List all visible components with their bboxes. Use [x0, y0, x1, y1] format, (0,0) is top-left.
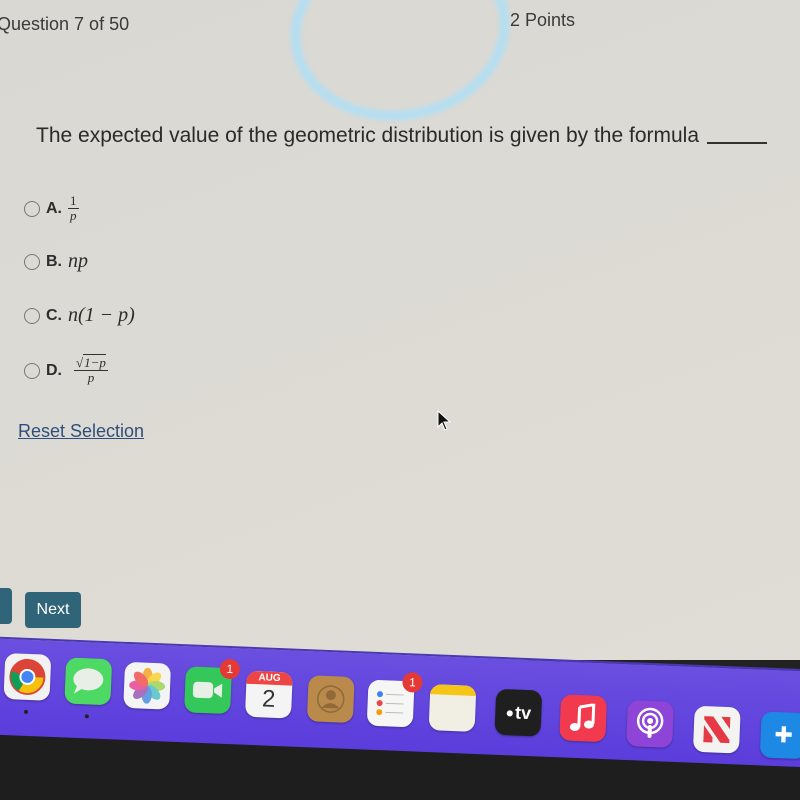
- question-text: The expected value of the geometric dist…: [36, 124, 768, 148]
- dock-app-photos[interactable]: [123, 661, 172, 710]
- calendar-month: AUG: [246, 670, 293, 686]
- option-d[interactable]: D. √1−p p: [24, 354, 108, 385]
- mouse-cursor-icon: [437, 410, 452, 431]
- option-d-fraction: √1−p p: [74, 354, 108, 385]
- points-label: 2 Points: [510, 10, 576, 30]
- dock-app-messages[interactable]: [64, 657, 113, 719]
- option-letter: A.: [46, 199, 62, 217]
- notification-badge: 1: [402, 672, 423, 693]
- fraction-denominator: p: [87, 370, 95, 385]
- quiz-screen: Question 7 of 50 2 Points The expected v…: [0, 0, 800, 660]
- dock-app-reminders[interactable]: 1: [366, 672, 423, 728]
- notes-icon: [430, 684, 477, 696]
- radio-a[interactable]: [24, 200, 40, 217]
- news-icon: [703, 716, 731, 744]
- contacts-icon: [316, 685, 345, 713]
- radicand: 1−p: [83, 354, 106, 370]
- facetime-icon: [192, 681, 223, 699]
- radio-d[interactable]: [24, 362, 40, 379]
- dock-app-news[interactable]: [692, 705, 741, 754]
- option-b-expression: np: [68, 250, 88, 272]
- option-letter: B.: [46, 252, 62, 270]
- question-prompt: The expected value of the geometric dist…: [36, 124, 700, 147]
- reminders-icon: [376, 691, 404, 716]
- previous-button[interactable]: [0, 588, 12, 624]
- dock-app-notes[interactable]: [428, 684, 477, 732]
- fraction-denominator: p: [70, 208, 77, 223]
- option-b[interactable]: B. np: [24, 250, 88, 273]
- dock-app-chrome[interactable]: [3, 653, 52, 714]
- app-store-icon: ✚: [773, 721, 794, 748]
- fraction-numerator: √1−p: [74, 354, 108, 371]
- option-letter: C.: [46, 306, 62, 324]
- calendar-day: 2: [261, 685, 276, 713]
- option-letter: D.: [46, 361, 62, 379]
- option-c-expression: n(1 − p): [68, 304, 135, 326]
- option-c[interactable]: C. n(1 − p): [24, 304, 135, 327]
- notification-badge: 1: [219, 658, 241, 680]
- tv-label: tv: [514, 702, 532, 723]
- messages-icon: [73, 668, 104, 694]
- option-a[interactable]: A. 1 p: [24, 194, 79, 223]
- dock-app-podcasts[interactable]: [626, 700, 674, 748]
- running-indicator: [23, 709, 29, 714]
- music-icon: [569, 702, 596, 731]
- dock-app-music[interactable]: [559, 694, 608, 743]
- radio-c[interactable]: [24, 307, 40, 324]
- dock-app-facetime[interactable]: 1: [184, 658, 241, 715]
- reset-selection-link[interactable]: Reset Selection: [18, 421, 144, 442]
- photos-icon: [129, 667, 166, 704]
- screen-glare: [276, 0, 524, 138]
- fraction-numerator: 1: [68, 193, 79, 209]
- next-button[interactable]: Next: [25, 592, 81, 628]
- radio-b[interactable]: [24, 253, 40, 270]
- option-a-fraction: 1 p: [68, 194, 79, 223]
- chrome-icon: [9, 658, 46, 695]
- podcasts-icon: [636, 707, 664, 738]
- apple-tv-icon: ●: [505, 704, 515, 721]
- answer-blank: [707, 142, 768, 144]
- running-indicator: [84, 714, 89, 719]
- question-counter: Question 7 of 50: [0, 14, 130, 34]
- dock-app-tv[interactable]: ● tv: [494, 688, 543, 737]
- dock-app-calendar[interactable]: AUG 2: [244, 670, 293, 719]
- dock-app-contacts[interactable]: [306, 675, 355, 724]
- dock-app-app-store[interactable]: ✚: [759, 711, 800, 760]
